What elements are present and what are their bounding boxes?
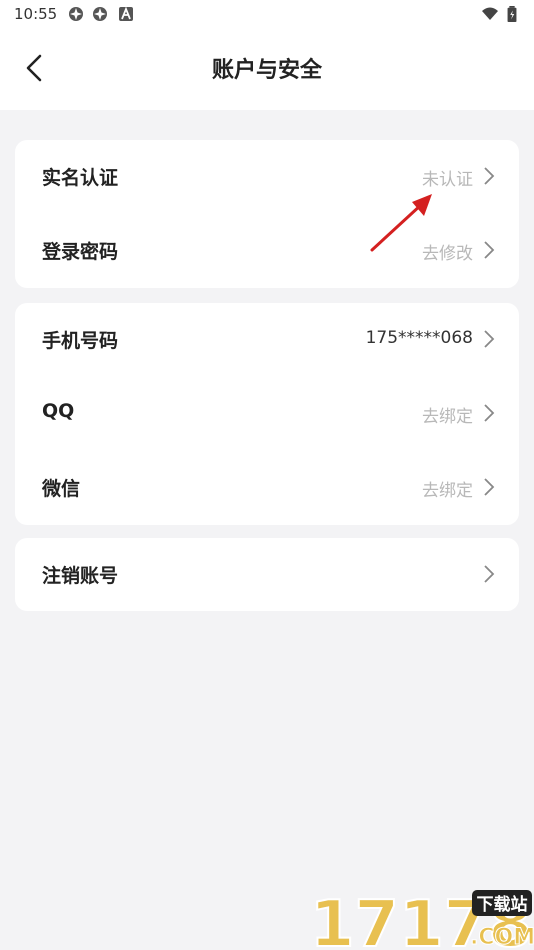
chevron-right-icon — [484, 241, 495, 259]
row-label: 实名认证 — [42, 167, 119, 189]
row-wechat[interactable]: 微信 去绑定 — [15, 451, 519, 525]
row-label: 手机号码 — [42, 330, 119, 352]
row-value: 去绑定 — [422, 407, 473, 427]
chevron-right-icon — [484, 478, 495, 496]
row-qq[interactable]: QQ 去绑定 — [15, 377, 519, 451]
app-header: 账户与安全 — [0, 30, 534, 110]
chevron-right-icon — [484, 167, 495, 185]
card-bindings: 手机号码 175*****068 QQ 去绑定 微信 去绑定 — [15, 303, 519, 525]
row-deactivate-account[interactable]: 注销账号 — [15, 538, 519, 611]
site-watermark-logo: 17178 下载站 .COM — [309, 887, 534, 950]
annotation-arrow-icon — [370, 194, 432, 252]
svg-text:下载站: 下载站 — [477, 894, 528, 915]
app-notification-icon — [69, 7, 83, 21]
a-badge-icon — [119, 6, 133, 21]
wifi-icon — [482, 7, 498, 20]
status-time: 10:55 — [14, 5, 58, 23]
svg-text:.COM: .COM — [470, 925, 534, 950]
battery-icon — [507, 6, 517, 22]
row-phone-number[interactable]: 手机号码 175*****068 — [15, 303, 519, 377]
page-title: 账户与安全 — [211, 58, 322, 83]
chevron-right-icon — [484, 330, 495, 348]
row-label: 注销账号 — [42, 565, 119, 587]
row-label: 微信 — [42, 478, 81, 500]
chevron-right-icon — [484, 565, 495, 583]
chevron-right-icon — [484, 404, 495, 422]
status-bar: 10:55 — [0, 0, 534, 30]
app-notification-icon — [93, 7, 107, 21]
row-label: QQ — [42, 400, 75, 422]
card-deactivate: 注销账号 — [15, 538, 519, 611]
row-value: 去绑定 — [422, 481, 473, 501]
row-label: 登录密码 — [42, 241, 119, 263]
row-value: 175*****068 — [365, 328, 473, 348]
